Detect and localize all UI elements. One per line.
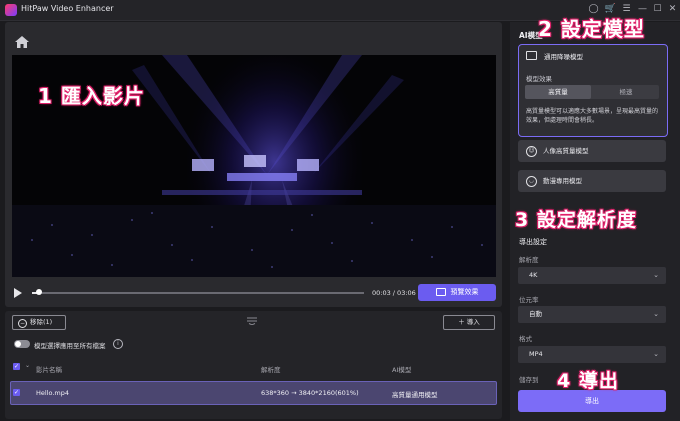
import-label: 導入 — [466, 318, 480, 326]
chevron-down-icon: ⌄ — [653, 350, 659, 358]
anime-icon: ◡ — [526, 176, 537, 187]
film-icon — [526, 51, 537, 60]
select-all-checkbox[interactable]: ✓ — [13, 363, 20, 370]
column-header-resolution: 解析度 — [261, 366, 281, 374]
export-button[interactable]: 導出 — [518, 390, 666, 412]
preview-effect-button[interactable]: 預覽效果 — [418, 284, 496, 301]
format-value: MP4 — [529, 350, 543, 358]
row-file-name: Hello.mp4 — [36, 389, 70, 397]
export-settings-title: 導出設定 — [519, 238, 547, 246]
app-logo-icon — [5, 4, 17, 16]
chevron-down-icon: ⌄ — [653, 310, 659, 318]
chevron-down-icon: ⌄ — [653, 271, 659, 279]
model-description: 高質量模型可以適應大多數場景，呈現最高質量的效果，但處理時間會稍長。 — [526, 108, 659, 124]
bitrate-label: 位元率 — [519, 296, 539, 304]
apply-all-label: 模型選擇應用至所有檔案 — [34, 342, 106, 350]
close-icon[interactable]: ✕ — [666, 3, 679, 16]
row-resolution: 638*360 → 3840*2160(601%) — [261, 389, 359, 397]
bitrate-value: 自動 — [529, 310, 542, 318]
anime-model-label: 動漫專用模型 — [543, 177, 582, 185]
annotation-step-1: 1 匯入影片 — [38, 84, 145, 108]
format-select[interactable]: MP4 ⌄ — [518, 346, 666, 363]
import-button[interactable]: ＋ 導入 — [443, 315, 495, 330]
progress-track[interactable] — [32, 292, 364, 294]
resolution-value: 4K — [529, 271, 538, 279]
column-header-name: 影片名稱 — [36, 366, 62, 374]
info-icon[interactable]: i — [113, 339, 123, 349]
model-effect-label: 模型效果 — [526, 75, 552, 83]
bitrate-select[interactable]: 自動 ⌄ — [518, 306, 666, 323]
portrait-model-label: 人像高質量模型 — [543, 147, 589, 155]
maximize-icon[interactable]: ☐ — [651, 3, 664, 16]
home-icon[interactable] — [15, 36, 29, 48]
annotation-step-4: 4 導出 — [557, 370, 619, 392]
general-model-title: 通用降噪模型 — [544, 53, 583, 61]
remove-button[interactable]: − 移除(1) — [12, 315, 66, 330]
effect-option-quality[interactable]: 高質量 — [525, 85, 591, 99]
progress-handle[interactable] — [36, 289, 42, 295]
minus-circle-icon: − — [18, 319, 27, 328]
annotation-step-2: 2 設定模型 — [538, 17, 645, 41]
play-button[interactable] — [14, 288, 22, 298]
time-display: 00:03 / 03:06 — [372, 289, 416, 297]
resolution-select[interactable]: 4K ⌄ — [518, 267, 666, 284]
apply-all-toggle[interactable] — [14, 340, 30, 348]
preview-icon — [435, 288, 446, 296]
format-label: 格式 — [519, 335, 532, 343]
portrait-icon: ☺ — [526, 146, 537, 157]
portrait-model-button[interactable]: ☺ 人像高質量模型 — [518, 140, 666, 162]
collapse-panel-icon[interactable] — [246, 317, 258, 325]
row-model: 高質量通用模型 — [392, 391, 438, 399]
anime-model-button[interactable]: ◡ 動漫專用模型 — [518, 170, 666, 192]
save-to-label: 儲存到 — [519, 376, 539, 384]
resolution-label: 解析度 — [519, 256, 539, 264]
effect-option-fast[interactable]: 極速 — [593, 85, 659, 99]
app-title: HitPaw Video Enhancer — [21, 4, 114, 13]
row-checkbox[interactable]: ✓ — [13, 389, 20, 396]
remove-label: 移除(1) — [30, 318, 53, 326]
column-header-model: AI模型 — [392, 366, 412, 374]
chevron-down-icon[interactable]: ⌄ — [25, 362, 30, 369]
annotation-step-3: 3 設定解析度 — [515, 209, 637, 231]
preview-effect-label: 預覽效果 — [450, 288, 479, 296]
plus-icon: ＋ — [458, 318, 467, 326]
